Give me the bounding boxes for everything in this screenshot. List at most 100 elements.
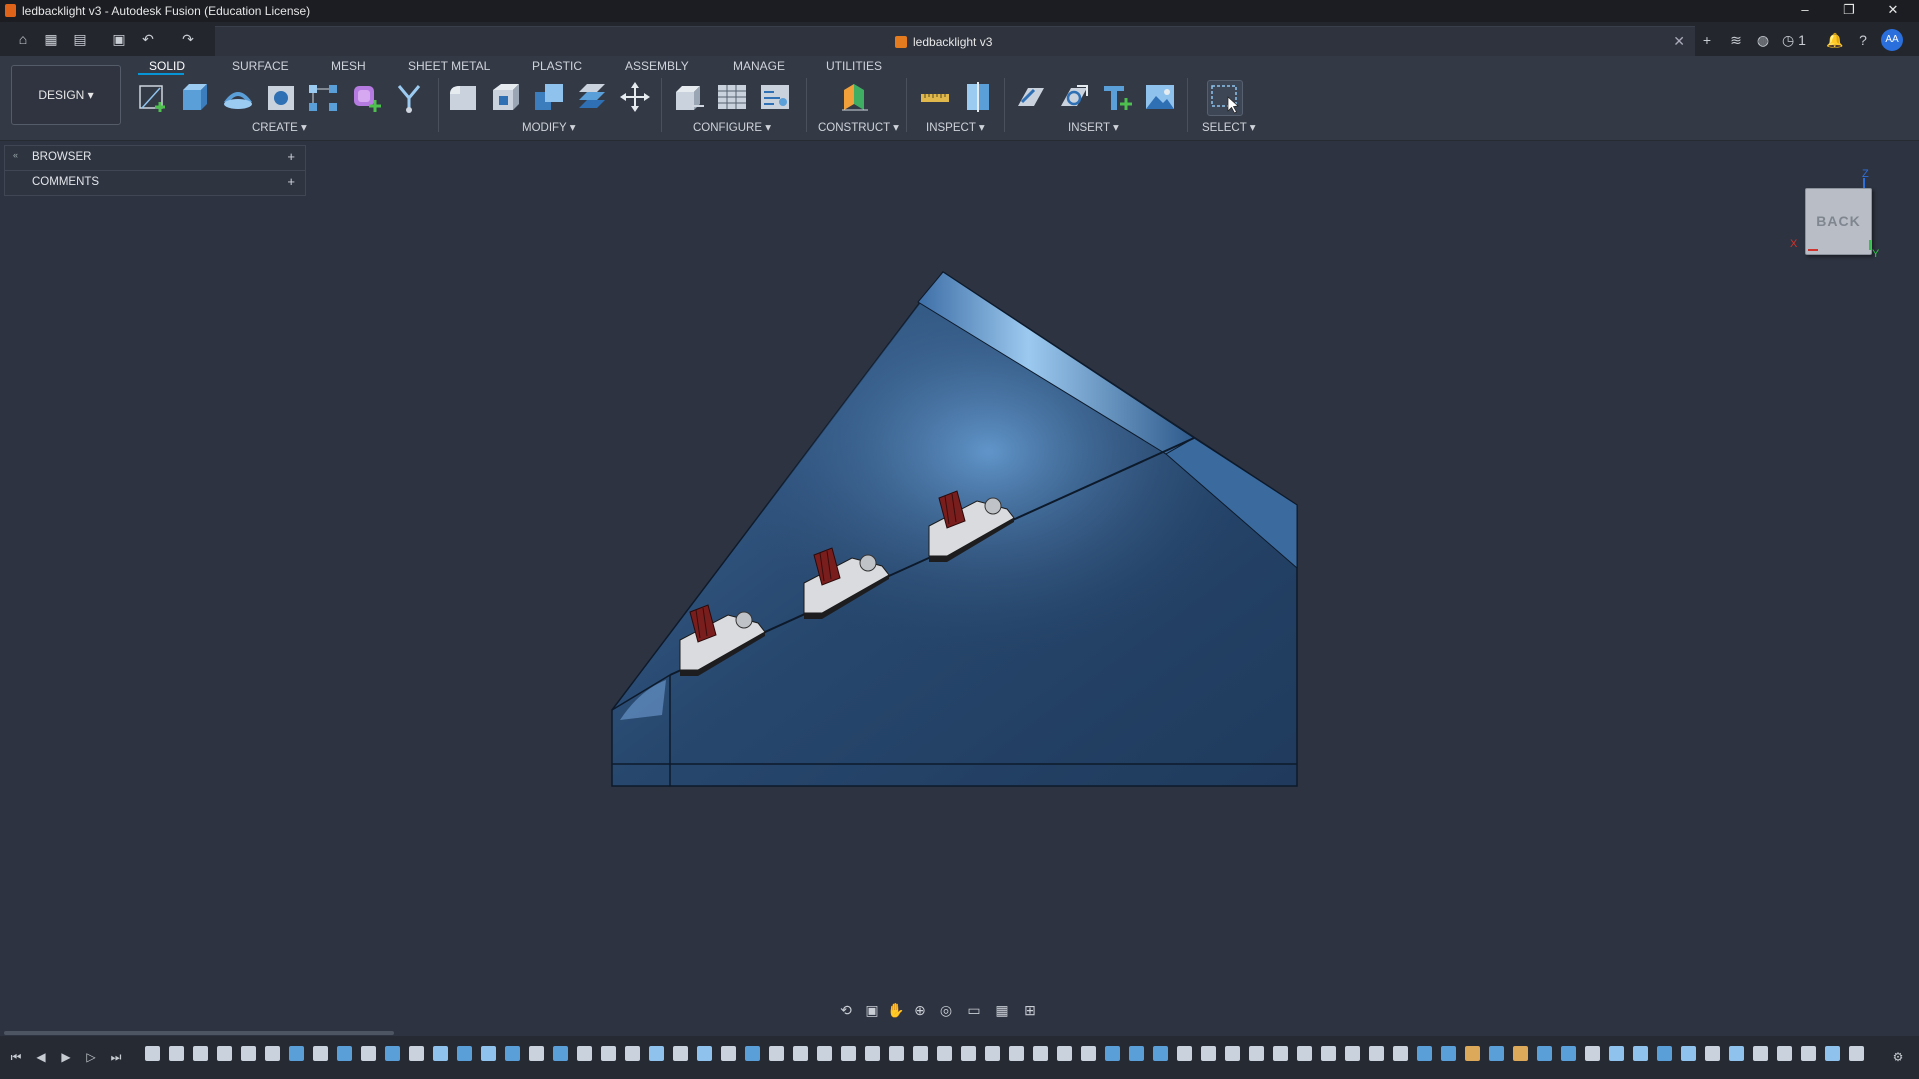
help-icon[interactable]: ?: [1853, 31, 1873, 49]
pan-icon[interactable]: ✋: [886, 1002, 906, 1018]
revolve-icon[interactable]: [221, 80, 255, 114]
minimize-button[interactable]: –: [1783, 0, 1827, 22]
offset-face-icon[interactable]: [575, 80, 609, 114]
tab-surface[interactable]: SURFACE: [232, 59, 289, 73]
tab-utilities[interactable]: UTILITIES: [826, 59, 882, 73]
timeline-feature-icon[interactable]: [1225, 1046, 1240, 1061]
derive-icon[interactable]: [392, 80, 426, 114]
timeline-feature-icon[interactable]: [361, 1046, 376, 1061]
create-group-label[interactable]: CREATE ▾: [252, 120, 307, 134]
timeline-feature-icon[interactable]: [1513, 1046, 1528, 1061]
timeline-last-icon[interactable]: ⏭: [108, 1049, 124, 1065]
comments-panel[interactable]: COMMENTS +: [4, 170, 306, 196]
avatar[interactable]: AA: [1881, 29, 1903, 51]
display-settings-icon[interactable]: ▭: [964, 1002, 984, 1018]
grid-settings-icon[interactable]: ▦: [992, 1002, 1012, 1018]
timeline-feature-icon[interactable]: [1105, 1046, 1120, 1061]
inspect-group-label[interactable]: INSPECT ▾: [926, 120, 985, 134]
insert-mcmaster-icon[interactable]: [1057, 80, 1091, 114]
timeline-feature-icon[interactable]: [937, 1046, 952, 1061]
timeline-feature-icon[interactable]: [1417, 1046, 1432, 1061]
undo-icon[interactable]: ↶: [140, 31, 156, 47]
tab-plastic[interactable]: PLASTIC: [532, 59, 582, 73]
timeline-feature-icon[interactable]: [457, 1046, 472, 1061]
timeline-scrollbar-thumb[interactable]: [4, 1031, 394, 1035]
timeline-feature-icon[interactable]: [169, 1046, 184, 1061]
expand-comments-icon[interactable]: +: [287, 174, 295, 189]
timeline-feature-icon[interactable]: [145, 1046, 160, 1061]
timeline-feature-icon[interactable]: [1369, 1046, 1384, 1061]
timeline-feature-icon[interactable]: [577, 1046, 592, 1061]
redo-icon[interactable]: ↷: [180, 31, 196, 47]
timeline-feature-icon[interactable]: [1057, 1046, 1072, 1061]
timeline-feature-icon[interactable]: [1441, 1046, 1456, 1061]
configuration-rules-icon[interactable]: [758, 80, 792, 114]
timeline-feature-icon[interactable]: [1585, 1046, 1600, 1061]
timeline-feature-icon[interactable]: [889, 1046, 904, 1061]
canvas-image-icon[interactable]: [1143, 80, 1177, 114]
timeline-feature-icon[interactable]: [985, 1046, 1000, 1061]
hole-icon[interactable]: [264, 80, 298, 114]
timeline-feature-icon[interactable]: [793, 1046, 808, 1061]
timeline-first-icon[interactable]: ⏮: [8, 1049, 24, 1065]
data-panel-grid-icon[interactable]: ▦: [43, 31, 59, 47]
timeline-feature-icon[interactable]: [1345, 1046, 1360, 1061]
timeline-feature-icon[interactable]: [1777, 1046, 1792, 1061]
timeline-feature-icon[interactable]: [481, 1046, 496, 1061]
zoom-icon[interactable]: ⊕: [910, 1002, 930, 1018]
timeline-feature-icon[interactable]: [697, 1046, 712, 1061]
timeline-feature-icon[interactable]: [1009, 1046, 1024, 1061]
modify-group-label[interactable]: MODIFY ▾: [522, 120, 575, 134]
tab-manage[interactable]: MANAGE: [733, 59, 785, 73]
timeline-feature-icon[interactable]: [1801, 1046, 1816, 1061]
home-icon[interactable]: ⌂: [15, 31, 31, 47]
timeline-feature-icon[interactable]: [1033, 1046, 1048, 1061]
timeline-feature-icon[interactable]: [913, 1046, 928, 1061]
move-copy-icon[interactable]: [618, 80, 652, 114]
timeline-feature-icon[interactable]: [1849, 1046, 1864, 1061]
timeline-feature-icon[interactable]: [193, 1046, 208, 1061]
timeline-feature-icon[interactable]: [625, 1046, 640, 1061]
timeline-feature-icon[interactable]: [721, 1046, 736, 1061]
viewports-icon[interactable]: ⊞: [1020, 1002, 1040, 1018]
timeline-feature-icon[interactable]: [1249, 1046, 1264, 1061]
timeline-feature-icon[interactable]: [1633, 1046, 1648, 1061]
timeline-feature-icon[interactable]: [961, 1046, 976, 1061]
timeline-feature-icon[interactable]: [1681, 1046, 1696, 1061]
timeline-feature-icon[interactable]: [769, 1046, 784, 1061]
timeline-feature-icon[interactable]: [337, 1046, 352, 1061]
timeline-feature-icon[interactable]: [289, 1046, 304, 1061]
timeline-feature-icon[interactable]: [1177, 1046, 1192, 1061]
timeline-feature-icon[interactable]: [1081, 1046, 1096, 1061]
timeline-feature-icon[interactable]: [409, 1046, 424, 1061]
create-form-icon[interactable]: [349, 80, 383, 114]
timeline-feature-icon[interactable]: [1321, 1046, 1336, 1061]
timeline-feature-icon[interactable]: [745, 1046, 760, 1061]
select-group-label[interactable]: SELECT ▾: [1202, 120, 1256, 134]
fit-icon[interactable]: ◎: [936, 1002, 956, 1018]
collapse-icon[interactable]: «: [13, 150, 18, 160]
insert-derive-icon[interactable]: [1014, 80, 1048, 114]
timeline-feature-icon[interactable]: [1825, 1046, 1840, 1061]
timeline-feature-icon[interactable]: [1537, 1046, 1552, 1061]
close-tab-icon[interactable]: ✕: [1673, 33, 1685, 50]
timeline-feature-icon[interactable]: [673, 1046, 688, 1061]
timeline-feature-icon[interactable]: [1729, 1046, 1744, 1061]
timeline-feature-icon[interactable]: [817, 1046, 832, 1061]
restore-button[interactable]: ❐: [1827, 0, 1871, 22]
orbit-icon[interactable]: ⟲: [836, 1002, 856, 1018]
new-tab-icon[interactable]: +: [1697, 31, 1717, 49]
timeline-feature-icon[interactable]: [505, 1046, 520, 1061]
section-analysis-icon[interactable]: [961, 80, 995, 114]
timeline-feature-icon[interactable]: [1465, 1046, 1480, 1061]
extrude-icon[interactable]: [178, 80, 212, 114]
tab-solid[interactable]: SOLID: [149, 59, 185, 73]
file-menu-icon[interactable]: ▤: [72, 31, 88, 47]
fillet-icon[interactable]: [489, 80, 523, 114]
timeline-feature-icon[interactable]: [1561, 1046, 1576, 1061]
timeline-feature-icon[interactable]: [529, 1046, 544, 1061]
tab-assembly[interactable]: ASSEMBLY: [625, 59, 689, 73]
workspace-switcher-button[interactable]: DESIGN ▾: [11, 65, 121, 125]
timeline-feature-icon[interactable]: [241, 1046, 256, 1061]
rectangular-pattern-icon[interactable]: [306, 80, 340, 114]
